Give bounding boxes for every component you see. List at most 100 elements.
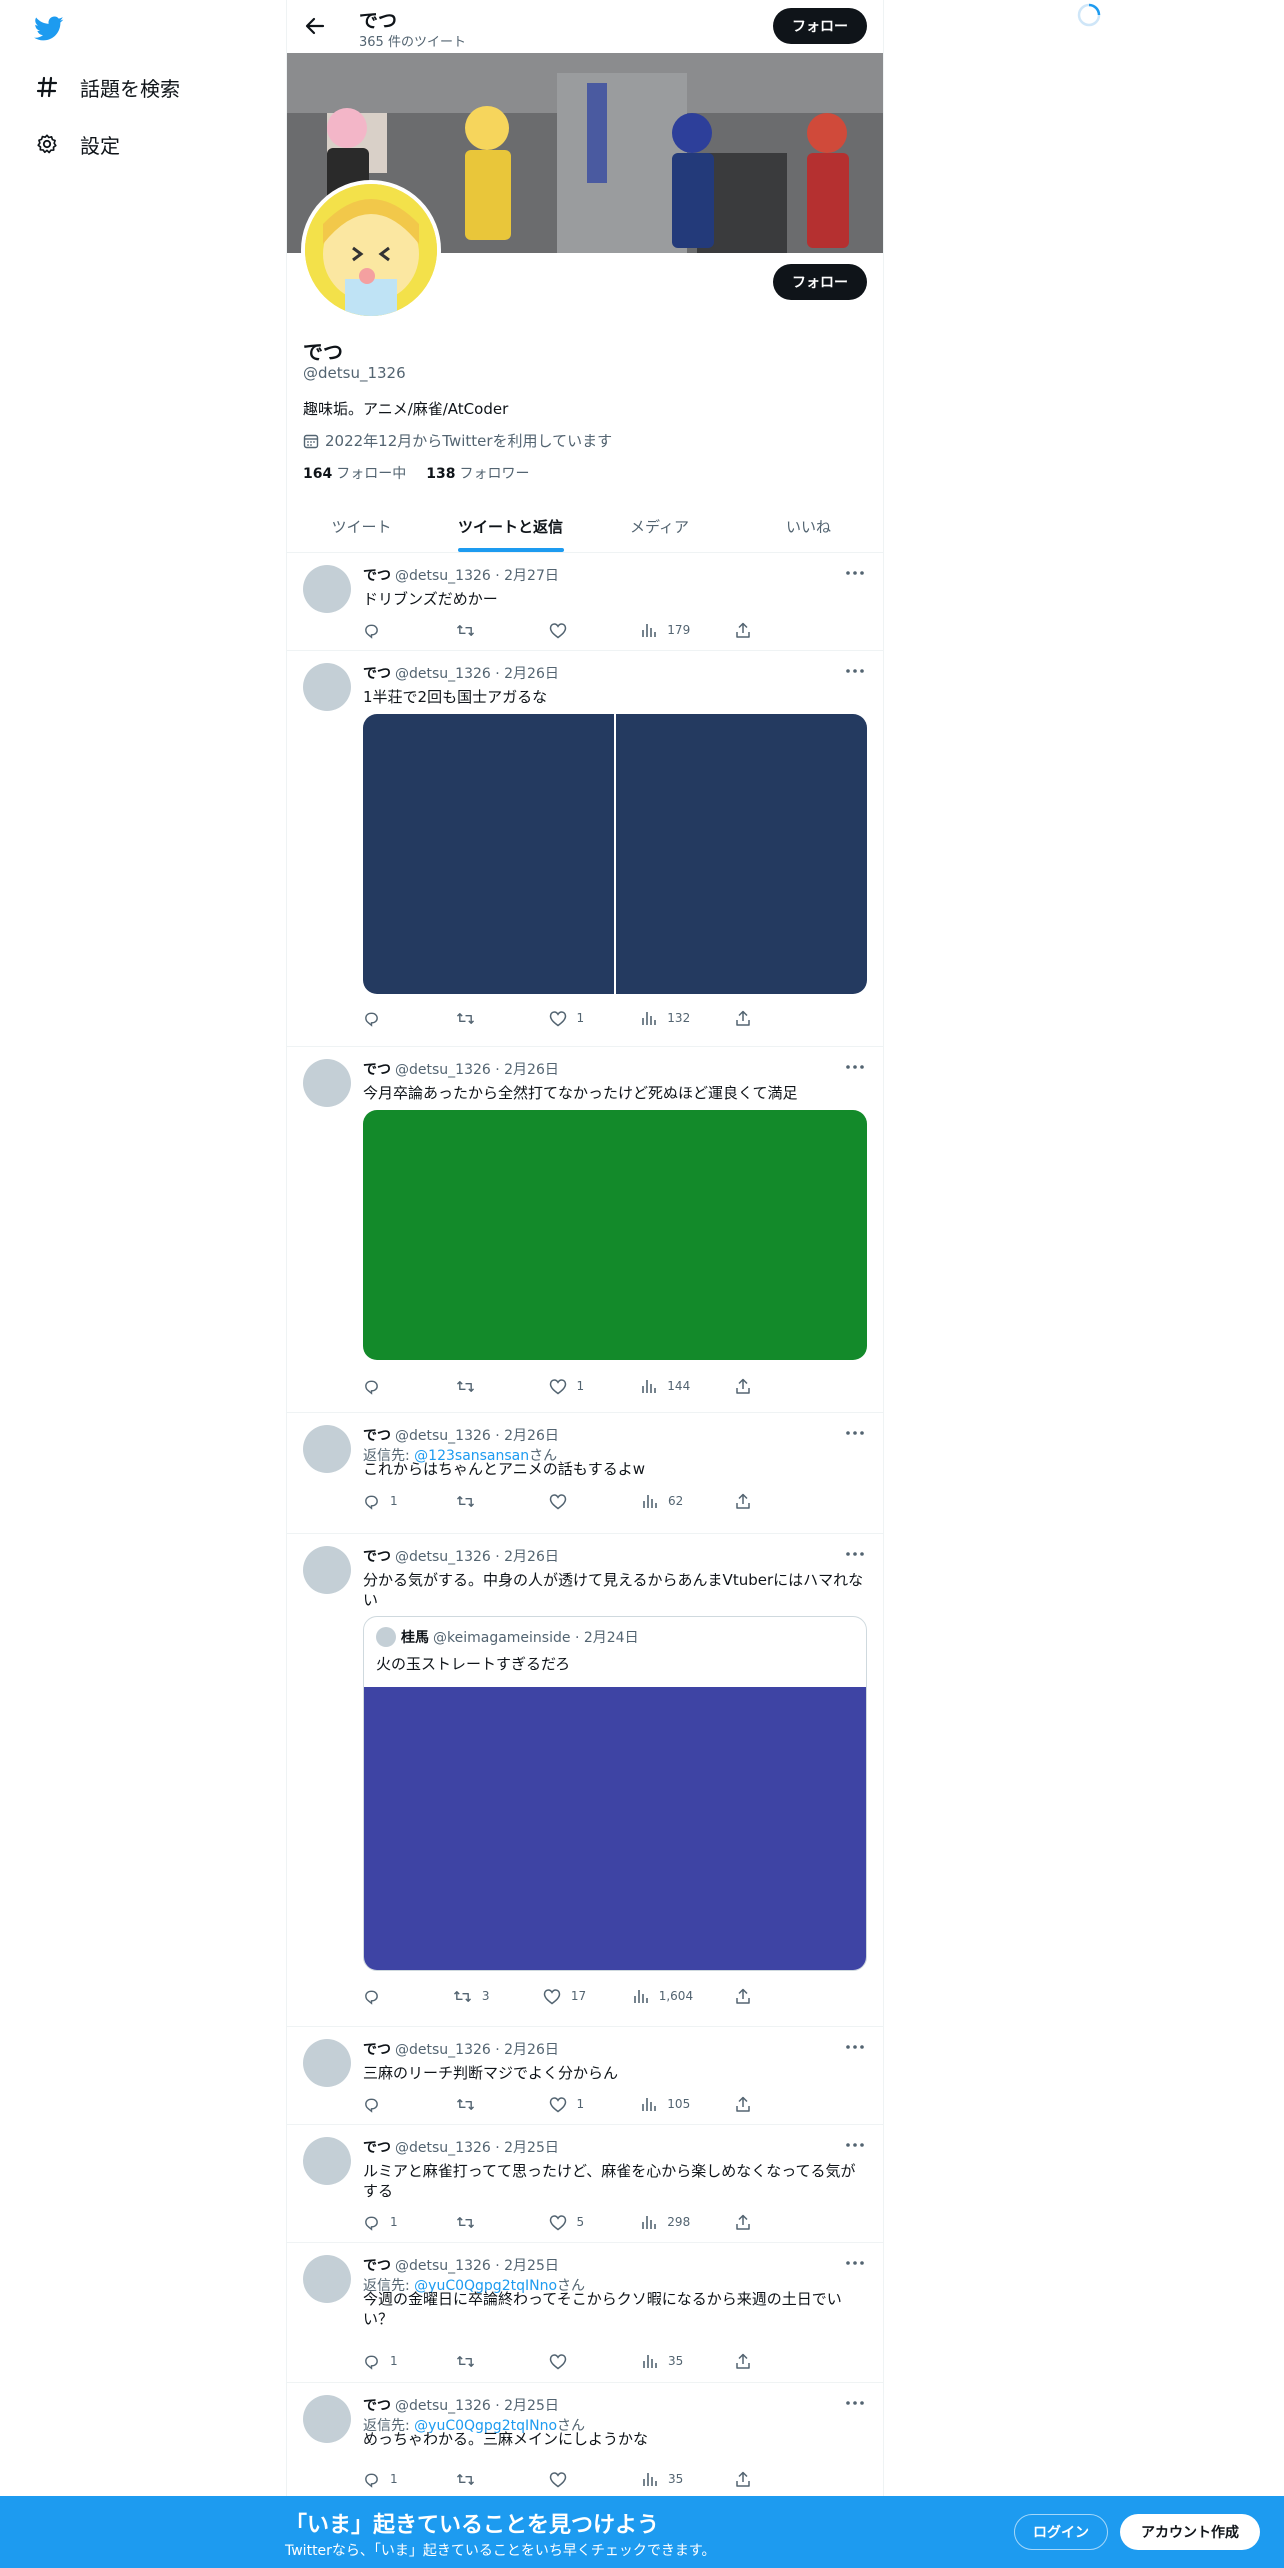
- tweet-handle-date[interactable]: @detsu_1326 · 2月27日: [395, 568, 559, 584]
- share-button[interactable]: [735, 2351, 783, 2371]
- follow-button[interactable]: フォロー: [773, 264, 867, 300]
- share-button[interactable]: [735, 2469, 783, 2489]
- tweet-author-name[interactable]: でつ: [363, 1428, 391, 1444]
- following-link[interactable]: 164 フォロー中: [303, 463, 406, 483]
- retweet-button[interactable]: [456, 620, 504, 640]
- tweet[interactable]: でつ @detsu_1326 · 2月26日 返信先: @123sansansanさ…: [287, 1413, 883, 1534]
- twitter-bird-icon[interactable]: [34, 16, 64, 42]
- views-button[interactable]: 179: [641, 620, 690, 640]
- tweet-avatar[interactable]: [303, 663, 351, 711]
- views-button[interactable]: 35: [642, 2469, 690, 2489]
- more-options-icon[interactable]: [843, 1423, 867, 1443]
- views-button[interactable]: 132: [641, 1008, 690, 1028]
- login-button[interactable]: ログイン: [1014, 2514, 1108, 2550]
- views-button[interactable]: 35: [642, 2351, 690, 2371]
- like-button[interactable]: 1: [549, 2094, 597, 2114]
- tweet[interactable]: でつ @detsu_1326 · 2月26日 分かる気がする。中身の人が透けて見える…: [287, 1534, 883, 2027]
- like-button[interactable]: [549, 1491, 597, 1511]
- back-arrow-icon[interactable]: [297, 8, 333, 44]
- reply-button[interactable]: 1: [363, 2351, 411, 2371]
- more-options-icon[interactable]: [843, 1057, 867, 1077]
- tweet-handle-date[interactable]: @detsu_1326 · 2月26日: [395, 1549, 559, 1565]
- like-button[interactable]: 1: [549, 1376, 597, 1396]
- retweet-button[interactable]: [456, 2469, 504, 2489]
- tweet-image[interactable]: [616, 714, 867, 994]
- views-button[interactable]: 298: [641, 2212, 690, 2232]
- tweet-author-name[interactable]: でつ: [363, 2042, 391, 2058]
- views-button[interactable]: 144: [641, 1376, 690, 1396]
- retweet-button[interactable]: [456, 1491, 504, 1511]
- quoted-tweet-media[interactable]: [364, 1687, 866, 1970]
- tweet[interactable]: でつ @detsu_1326 · 2月25日 ルミアと麻雀打ってて思ったけど、麻雀を…: [287, 2125, 883, 2243]
- views-button[interactable]: 1,604: [633, 1986, 693, 2006]
- share-button[interactable]: [735, 2212, 783, 2232]
- views-button[interactable]: 105: [641, 2094, 690, 2114]
- retweet-button[interactable]: [456, 1008, 504, 1028]
- tweet-avatar[interactable]: [303, 1425, 351, 1473]
- reply-button[interactable]: 1: [363, 2212, 411, 2232]
- signup-button[interactable]: アカウント作成: [1120, 2514, 1260, 2550]
- tweet-handle-date[interactable]: @detsu_1326 · 2月25日: [395, 2258, 559, 2274]
- tweet-media[interactable]: [363, 714, 867, 994]
- retweet-button[interactable]: [456, 2212, 504, 2232]
- tweet-author-name[interactable]: でつ: [363, 1549, 391, 1565]
- tweet-author-name[interactable]: でつ: [363, 2140, 391, 2156]
- more-options-icon[interactable]: [843, 2037, 867, 2057]
- tweet[interactable]: でつ @detsu_1326 · 2月26日 今月卒論あったから全然打てなかったけど…: [287, 1047, 883, 1413]
- reply-button[interactable]: [363, 1376, 411, 1396]
- like-button[interactable]: 17: [543, 1986, 591, 2006]
- nav-item-explore[interactable]: 話題を検索: [34, 67, 180, 107]
- tweet-avatar[interactable]: [303, 2255, 351, 2303]
- more-options-icon[interactable]: [843, 661, 867, 681]
- like-button[interactable]: [549, 2351, 597, 2371]
- more-options-icon[interactable]: [843, 2393, 867, 2413]
- tweet-handle-date[interactable]: @detsu_1326 · 2月26日: [395, 666, 559, 682]
- tweet-author-name[interactable]: でつ: [363, 2398, 391, 2414]
- tweet-handle-date[interactable]: @detsu_1326 · 2月25日: [395, 2398, 559, 2414]
- tweet-author-name[interactable]: でつ: [363, 2258, 391, 2274]
- tweet[interactable]: でつ @detsu_1326 · 2月27日 ドリブンズだめかー 179: [287, 553, 883, 651]
- reply-button[interactable]: [363, 620, 411, 640]
- tweet-media[interactable]: [363, 1110, 867, 1360]
- tweet-avatar[interactable]: [303, 2137, 351, 2185]
- more-options-icon[interactable]: [843, 2253, 867, 2273]
- followers-link[interactable]: 138 フォロワー: [426, 463, 529, 483]
- tab-likes[interactable]: いいね: [734, 500, 883, 552]
- retweet-button[interactable]: [456, 2351, 504, 2371]
- share-button[interactable]: [735, 620, 783, 640]
- tweet-handle-date[interactable]: @detsu_1326 · 2月26日: [395, 2042, 559, 2058]
- tweet-avatar[interactable]: [303, 1059, 351, 1107]
- reply-button[interactable]: [363, 2094, 411, 2114]
- quoted-tweet[interactable]: 桂馬 @keimagameinside · 2月24日 火の玉ストレートすぎるだろ: [363, 1616, 867, 1971]
- views-button[interactable]: 62: [642, 1491, 690, 1511]
- tab-tweets-and-replies[interactable]: ツイートと返信: [436, 500, 585, 552]
- tweet-avatar[interactable]: [303, 1546, 351, 1594]
- retweet-button[interactable]: [456, 1376, 504, 1396]
- tweet[interactable]: でつ @detsu_1326 · 2月25日 返信先: @yuC0Qgpg2tqIN…: [287, 2243, 883, 2383]
- profile-avatar[interactable]: [301, 180, 441, 320]
- like-button[interactable]: [549, 620, 597, 640]
- like-button[interactable]: 5: [549, 2212, 597, 2232]
- more-options-icon[interactable]: [843, 1544, 867, 1564]
- tweet-author-name[interactable]: でつ: [363, 666, 391, 682]
- tweet-handle-date[interactable]: @detsu_1326 · 2月25日: [395, 2140, 559, 2156]
- retweet-button[interactable]: [456, 2094, 504, 2114]
- more-options-icon[interactable]: [843, 2135, 867, 2155]
- reply-button[interactable]: [363, 1986, 411, 2006]
- reply-button[interactable]: 1: [363, 2469, 411, 2489]
- more-options-icon[interactable]: [843, 563, 867, 583]
- tweet[interactable]: でつ @detsu_1326 · 2月26日 三麻のリーチ判断マジでよく分からん 1 1…: [287, 2027, 883, 2125]
- reply-button[interactable]: 1: [363, 1491, 411, 1511]
- like-button[interactable]: 1: [549, 1008, 597, 1028]
- tweet[interactable]: でつ @detsu_1326 · 2月26日 1半荘で2回も国士アガるな 1 132: [287, 651, 883, 1047]
- share-button[interactable]: [735, 1986, 783, 2006]
- tweet-avatar[interactable]: [303, 565, 351, 613]
- share-button[interactable]: [735, 1008, 783, 1028]
- tweet-avatar[interactable]: [303, 2395, 351, 2443]
- reply-button[interactable]: [363, 1008, 411, 1028]
- nav-item-settings[interactable]: 設定: [34, 124, 120, 164]
- tweet-author-name[interactable]: でつ: [363, 568, 391, 584]
- tweet-author-name[interactable]: でつ: [363, 1062, 391, 1078]
- retweet-button[interactable]: 3: [453, 1986, 501, 2006]
- tab-tweets[interactable]: ツイート: [287, 500, 436, 552]
